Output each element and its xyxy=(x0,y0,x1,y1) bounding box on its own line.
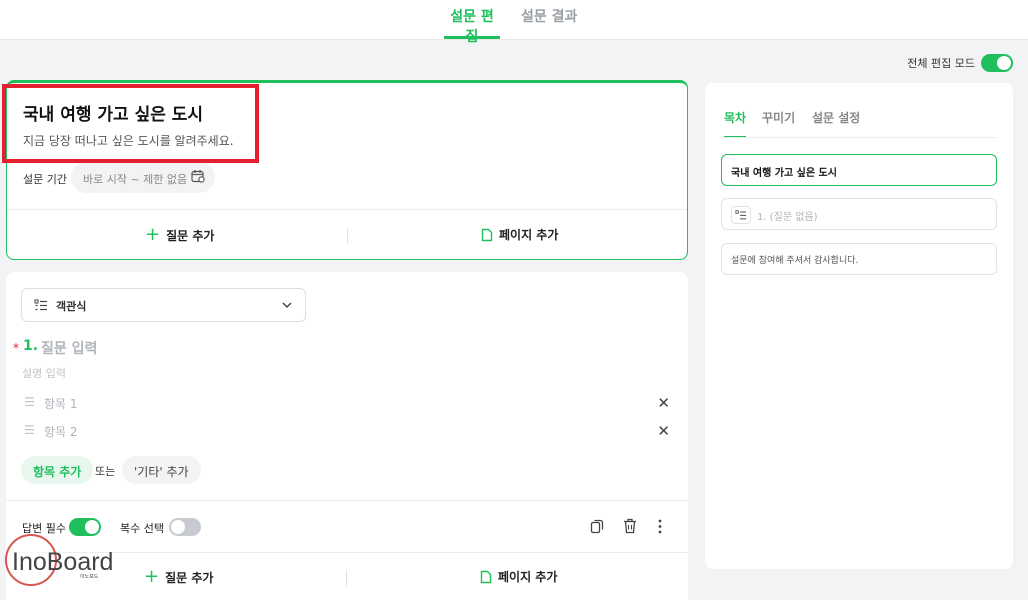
drag-handle-icon[interactable]: ☰ xyxy=(24,395,35,409)
plus-icon: + xyxy=(145,224,161,245)
add-question-button[interactable]: + 질문 추가 xyxy=(145,226,214,244)
outline-panel: 목차 꾸미기 설문 설정 국내 여행 가고 싶은 도시 1. (질문 없음) 설… xyxy=(705,83,1013,569)
add-option-button[interactable]: 항목 추가 xyxy=(21,456,94,484)
svg-text:InoBoard: InoBoard xyxy=(12,548,113,576)
tab-decorate[interactable]: 꾸미기 xyxy=(762,109,795,126)
add-page-button[interactable]: 페이지 추가 xyxy=(481,226,558,243)
question-number: 1. xyxy=(23,338,39,354)
close-icon[interactable]: ✕ xyxy=(657,422,670,440)
close-icon[interactable]: ✕ xyxy=(657,394,670,412)
list-type-icon xyxy=(731,206,751,224)
question-type-value: 객관식 xyxy=(56,300,87,313)
edit-mode-toggle[interactable] xyxy=(981,54,1013,72)
tab-survey-settings[interactable]: 설문 설정 xyxy=(812,109,860,126)
add-other-button[interactable]: '기타' 추가 xyxy=(122,456,201,484)
card-divider xyxy=(7,209,687,210)
required-mark: * xyxy=(13,341,19,355)
option-input-1[interactable]: 항목 1 xyxy=(44,395,78,412)
list-type-icon xyxy=(34,299,47,311)
period-value: 바로 시작 ~ 제한 없음 xyxy=(83,173,188,186)
or-text: 또는 xyxy=(95,465,116,478)
chevron-down-icon xyxy=(282,302,292,309)
top-tab-bar: 설문 편집 설문 결과 xyxy=(0,0,1028,45)
outline-title-item[interactable]: 국내 여행 가고 싶은 도시 xyxy=(721,154,997,186)
tab-survey-results[interactable]: 설문 결과 xyxy=(521,6,577,39)
outline-question-item[interactable]: 1. (질문 없음) xyxy=(721,198,997,230)
outline-ending-item[interactable]: 설문에 참여해 주셔서 감사합니다. xyxy=(721,243,997,275)
inoboard-logo: InoBoard 이노보드 xyxy=(0,528,120,596)
edit-mode-label: 전체 편집 모드 xyxy=(907,57,975,70)
add-page-label: 페이지 추가 xyxy=(499,228,559,242)
trash-icon[interactable] xyxy=(623,518,637,534)
multi-select-toggle[interactable] xyxy=(169,518,201,536)
svg-text:이노보드: 이노보드 xyxy=(80,573,99,580)
add-question-label: 질문 추가 xyxy=(165,570,214,585)
add-question-button[interactable]: + 질문 추가 xyxy=(144,568,213,586)
add-page-button[interactable]: 페이지 추가 xyxy=(480,568,557,585)
add-question-label: 질문 추가 xyxy=(166,228,215,243)
drag-handle-icon[interactable]: ☰ xyxy=(24,423,35,437)
calendar-icon xyxy=(191,170,205,183)
copy-icon[interactable] xyxy=(590,519,604,534)
panel-divider xyxy=(721,137,997,138)
page-icon xyxy=(480,570,492,583)
question-type-select[interactable]: 객관식 xyxy=(21,288,306,322)
multi-select-label: 복수 선택 xyxy=(120,522,164,535)
option-input-2[interactable]: 항목 2 xyxy=(44,423,78,440)
plus-icon: + xyxy=(144,566,160,587)
title-highlight-box xyxy=(2,84,259,163)
add-page-label: 페이지 추가 xyxy=(498,570,558,584)
action-separator xyxy=(346,570,347,586)
more-icon[interactable] xyxy=(658,519,662,534)
outline-question-label: 1. (질문 없음) xyxy=(757,212,818,223)
tab-survey-edit[interactable]: 설문 편집 xyxy=(444,6,500,45)
card-divider xyxy=(6,500,688,501)
question-title-input[interactable]: 질문 입력 xyxy=(41,338,97,358)
question-description-input[interactable]: 설명 입력 xyxy=(22,365,66,381)
period-label: 설문 기간 xyxy=(23,173,67,186)
action-separator xyxy=(347,228,348,244)
tab-outline[interactable]: 목차 xyxy=(724,109,747,138)
edit-mode-control: 전체 편집 모드 xyxy=(907,54,1013,72)
page-icon xyxy=(481,228,493,241)
period-picker[interactable]: 바로 시작 ~ 제한 없음 xyxy=(71,161,215,193)
